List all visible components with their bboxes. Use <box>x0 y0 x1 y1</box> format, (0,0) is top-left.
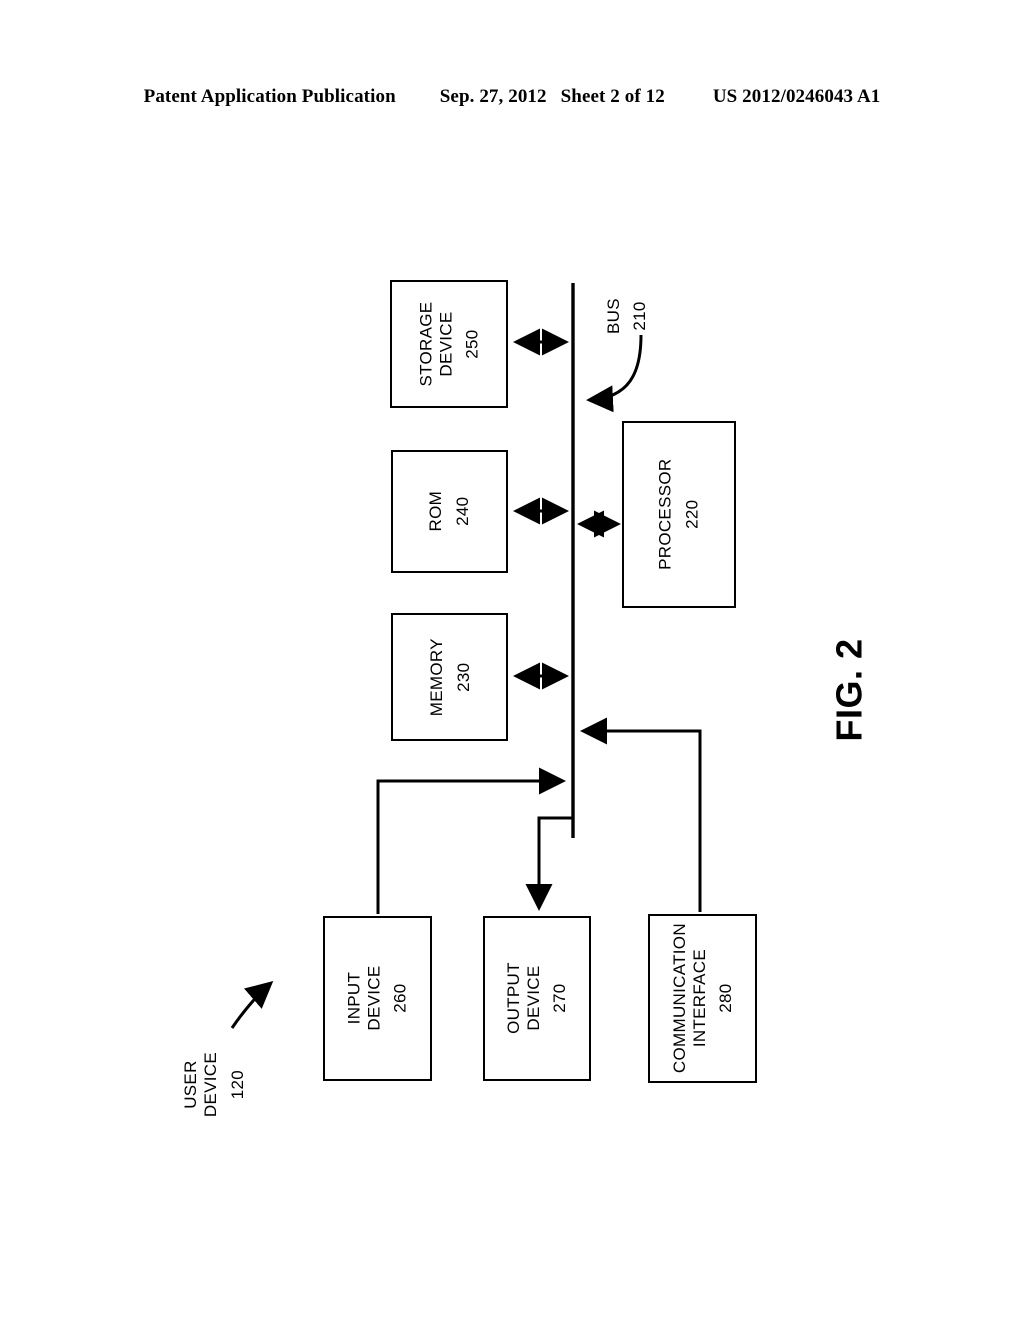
block-communication-interface: COMMUNICATION INTERFACE 280 <box>648 914 757 1083</box>
user-device-label-line2: DEVICE <box>201 1052 221 1118</box>
block-output-device-number: 270 <box>550 983 570 1014</box>
block-memory-label: MEMORY 230 <box>393 615 506 739</box>
block-communication-interface-line2: INTERFACE <box>689 949 709 1048</box>
block-rom-line1: ROM <box>426 491 446 532</box>
block-input-device-number: 260 <box>390 983 410 1014</box>
figure-caption-text: FIG. 2 <box>829 638 870 742</box>
block-processor: PROCESSOR 220 <box>622 421 736 608</box>
block-processor-line1: PROCESSOR <box>655 458 675 571</box>
block-rom-number: 240 <box>453 496 472 527</box>
figure-caption: FIG. 2 <box>790 610 910 770</box>
block-memory-line1: MEMORY <box>426 638 446 716</box>
block-output-device-line1: OUTPUT <box>503 962 523 1035</box>
block-communication-interface-number: 280 <box>715 983 735 1014</box>
block-processor-label: PROCESSOR 220 <box>624 423 734 606</box>
block-storage-device-number: 250 <box>462 329 482 359</box>
block-input-device-line2: DEVICE <box>364 965 384 1032</box>
connector-bus-outputdevice <box>525 816 572 911</box>
block-storage-device-line1: STORAGE <box>415 301 435 387</box>
block-storage-device-line2: DEVICE <box>435 311 455 377</box>
block-input-device-line1: INPUT <box>344 972 364 1025</box>
connector-comminterface-bus <box>580 717 702 912</box>
block-communication-interface-label: COMMUNICATION INTERFACE 280 <box>650 916 755 1081</box>
block-output-device-label: OUTPUT DEVICE 270 <box>485 918 589 1079</box>
block-processor-number: 220 <box>682 499 702 530</box>
block-rom: ROM 240 <box>391 450 508 573</box>
connector-inputdevice-bus <box>376 767 566 914</box>
block-communication-interface-line1: COMMUNICATION <box>669 923 689 1074</box>
user-device-label-number: 120 <box>228 1070 248 1100</box>
block-storage-device: STORAGE DEVICE 250 <box>390 280 508 408</box>
block-memory-number: 230 <box>453 662 472 692</box>
user-device-label-line1: USER <box>181 1060 201 1110</box>
block-output-device-line2: DEVICE <box>523 965 543 1032</box>
block-output-device: OUTPUT DEVICE 270 <box>483 916 591 1081</box>
block-input-device-label: INPUT DEVICE 260 <box>325 918 430 1079</box>
block-storage-device-label: STORAGE DEVICE 250 <box>392 282 506 406</box>
bus-label: BUS 210 <box>592 268 662 364</box>
bus-label-text: BUS <box>603 298 623 334</box>
user-device-label: USER DEVICE 120 <box>150 1020 280 1150</box>
block-memory: MEMORY 230 <box>391 613 508 741</box>
block-rom-label: ROM 240 <box>393 452 506 571</box>
patent-figure: BUS 210 STORAGE DEVICE 250 ROM 240 MEMOR… <box>0 0 1024 1320</box>
bus-label-number: 210 <box>629 301 649 331</box>
block-input-device: INPUT DEVICE 260 <box>323 916 432 1081</box>
